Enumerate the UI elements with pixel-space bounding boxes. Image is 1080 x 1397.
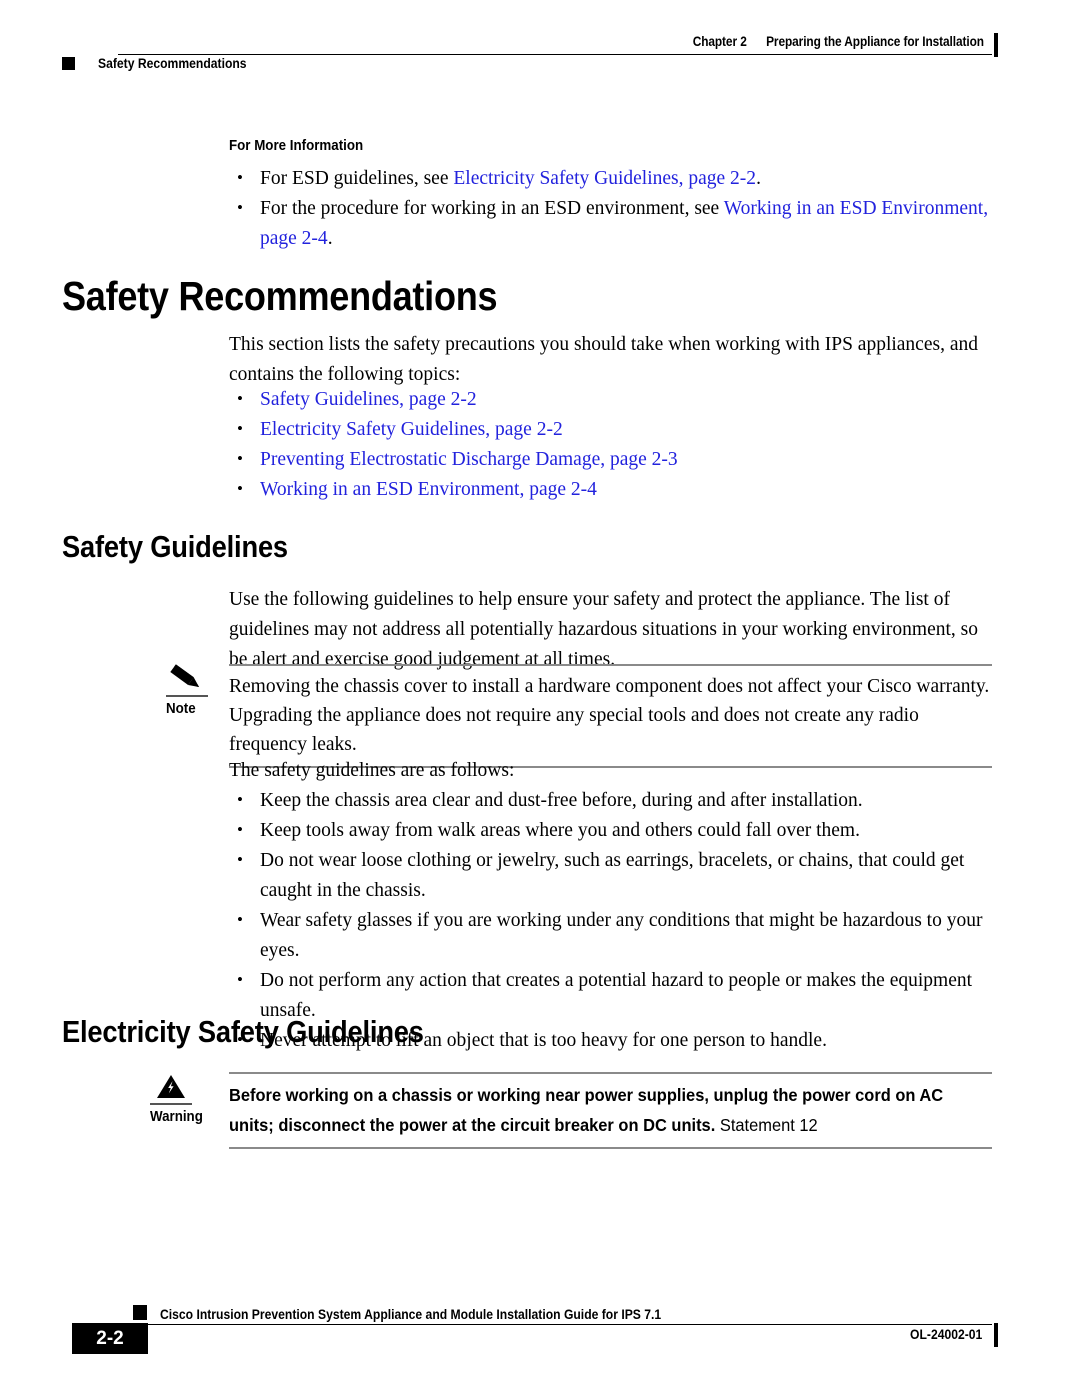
warning-icon-group: Warning: [150, 1072, 208, 1126]
pencil-icon: [166, 664, 224, 694]
header-divider: [118, 54, 992, 55]
more-info-text-suffix: .: [327, 228, 333, 249]
section-heading-wrap: Safety Guidelines: [62, 530, 319, 564]
warning-label: Warning: [150, 1109, 203, 1125]
warning-icon-underline: [150, 1103, 192, 1105]
header-chapter-info: Chapter 2 Preparing the Appliance for Ins…: [693, 34, 984, 49]
list-item: Do not wear loose clothing or jewelry, s…: [229, 845, 992, 906]
list-item: Working in an ESD Environment, page 2-4: [229, 474, 992, 505]
square-bullet-icon: [133, 1305, 147, 1320]
for-more-information-list: For ESD guidelines, see Electricity Safe…: [229, 163, 992, 254]
intro-paragraph: Use the following guidelines to help ens…: [229, 589, 978, 670]
page-title: Safety Recommendations: [62, 273, 498, 319]
warning-triangle-icon: [150, 1072, 208, 1102]
note-body: Removing the chassis cover to install a …: [229, 664, 992, 768]
list-item: For the procedure for working in an ESD …: [229, 193, 992, 254]
lead-in-paragraph: The safety guidelines are as follows:: [229, 760, 515, 781]
square-bullet-icon: [62, 57, 75, 70]
note-label: Note: [166, 701, 196, 717]
for-more-information-block: For More Information: [229, 138, 992, 154]
list-item: Electricity Safety Guidelines, page 2-2: [229, 414, 992, 445]
more-info-text-prefix: For ESD guidelines, see: [260, 168, 454, 189]
document-page: Chapter 2 Preparing the Appliance for Ins…: [0, 0, 1080, 1397]
list-item: Preventing Electrostatic Discharge Damag…: [229, 444, 992, 475]
safety-recommendations-intro: This section lists the safety precaution…: [229, 330, 992, 390]
list-item: Wear safety glasses if you are working u…: [229, 905, 992, 966]
warning-text-bold: Before working on a chassis or working n…: [229, 1085, 944, 1135]
footer-divider: [133, 1324, 992, 1325]
footer-book-title: Cisco Intrusion Prevention System Applia…: [160, 1307, 662, 1322]
safety-recommendations-topic-list: Safety Guidelines, page 2-2 Electricity …: [229, 384, 992, 505]
list-item: Safety Guidelines, page 2-2: [229, 384, 992, 415]
list-item: Keep tools away from walk areas where yo…: [229, 815, 992, 846]
cross-reference-link[interactable]: Preventing Electrostatic Discharge Damag…: [260, 449, 678, 470]
page-header: Chapter 2 Preparing the Appliance for Ins…: [0, 30, 1080, 90]
cross-reference-link[interactable]: Electricity Safety Guidelines, page 2-2: [453, 168, 756, 189]
list-item: For ESD guidelines, see Electricity Safe…: [229, 163, 992, 194]
section-heading-safety-guidelines: Safety Guidelines: [62, 529, 288, 564]
page-number-badge: 2-2: [72, 1323, 148, 1354]
header-chapter-title: Preparing the Appliance for Installation: [766, 34, 984, 49]
warning-body: Before working on a chassis or working n…: [229, 1072, 992, 1149]
list-item: Keep the chassis area clear and dust-fre…: [229, 785, 992, 816]
footer-document-id: OL-24002-01: [909, 1327, 982, 1342]
topic-bullet-list: Safety Guidelines, page 2-2 Electricity …: [229, 384, 992, 505]
section-heading-electricity-safety-guidelines: Electricity Safety Guidelines: [62, 1014, 424, 1049]
note-text: Removing the chassis cover to install a …: [229, 676, 990, 755]
note-icon-group: Note: [166, 664, 224, 718]
safety-guidelines-intro: Use the following guidelines to help ens…: [229, 585, 992, 675]
for-more-information-heading: For More Information: [229, 138, 364, 154]
cross-reference-link[interactable]: Electricity Safety Guidelines, page 2-2: [260, 419, 563, 440]
warning-statement-number: Statement 12: [715, 1115, 818, 1135]
section-heading-wrap: Safety Recommendations: [62, 274, 557, 318]
header-running-section-label: Safety Recommendations: [98, 56, 247, 71]
header-chapter-number: Chapter 2: [692, 34, 747, 49]
intro-paragraph: This section lists the safety precaution…: [229, 334, 978, 385]
note-icon-underline: [166, 695, 208, 697]
warning-text: Before working on a chassis or working n…: [229, 1074, 989, 1147]
guidelines-lead-in: The safety guidelines are as follows:: [229, 756, 992, 786]
header-running-section: Safety Recommendations: [62, 56, 263, 71]
cross-reference-link[interactable]: Safety Guidelines, page 2-2: [260, 389, 477, 410]
page-footer: Cisco Intrusion Prevention System Applia…: [0, 1297, 1080, 1369]
cross-reference-link[interactable]: Working in an ESD Environment, page 2-4: [260, 479, 597, 500]
more-info-text-prefix: For the procedure for working in an ESD …: [260, 198, 724, 219]
more-info-bullet-list: For ESD guidelines, see Electricity Safe…: [229, 163, 992, 254]
section-heading-wrap: Electricity Safety Guidelines: [62, 1015, 473, 1049]
more-info-text-suffix: .: [756, 168, 761, 189]
footer-edge-marker: [994, 1323, 998, 1347]
warning-rule-bottom: [229, 1147, 992, 1149]
header-edge-marker: [994, 33, 998, 57]
